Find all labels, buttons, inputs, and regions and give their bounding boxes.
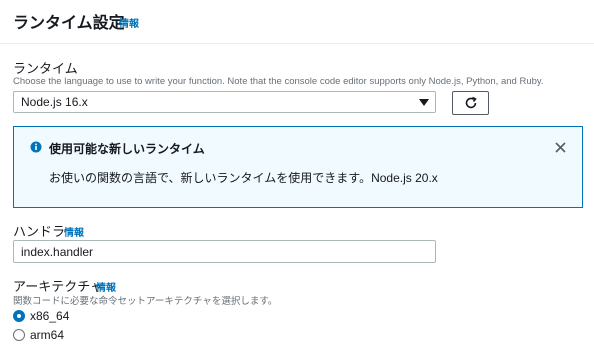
runtime-label: ランタイム bbox=[13, 61, 78, 76]
close-icon[interactable] bbox=[555, 142, 566, 153]
caret-down-icon bbox=[419, 99, 429, 106]
runtime-select[interactable]: Node.js 16.x bbox=[13, 91, 436, 113]
radio-label-arm64: arm64 bbox=[30, 328, 65, 342]
architecture-description: 関数コードに必要な命令セットアーキテクチャを選択します。 bbox=[13, 296, 278, 307]
info-icon bbox=[30, 141, 42, 153]
refresh-button[interactable] bbox=[452, 91, 489, 115]
architecture-info-link[interactable]: 情報 bbox=[96, 279, 116, 294]
info-link[interactable]: 情報 bbox=[119, 15, 139, 30]
runtime-select-value: Node.js 16.x bbox=[21, 95, 88, 109]
refresh-icon bbox=[465, 96, 477, 109]
handler-info-link[interactable]: 情報 bbox=[64, 224, 84, 239]
alert-body: お使いの関数の言語で、新しいランタイムを使用できます。Node.js 20.x bbox=[49, 171, 438, 185]
handler-input-value: index.handler bbox=[21, 245, 94, 259]
runtime-description: Choose the language to use to write your… bbox=[13, 76, 544, 87]
radio-label-x86-64: x86_64 bbox=[30, 309, 70, 323]
handler-label: ハンドラ bbox=[13, 224, 66, 239]
new-runtime-alert: 使用可能な新しいランタイム お使いの関数の言語で、新しいランタイムを使用できます… bbox=[13, 126, 583, 208]
alert-title: 使用可能な新しいランタイム bbox=[49, 142, 205, 156]
section-header: ランタイム設定 情報 bbox=[0, 0, 594, 44]
radio-button[interactable] bbox=[13, 329, 25, 341]
page-title: ランタイム設定 bbox=[13, 15, 125, 32]
radio-button-selected[interactable] bbox=[13, 310, 25, 322]
handler-input[interactable]: index.handler bbox=[13, 240, 436, 263]
